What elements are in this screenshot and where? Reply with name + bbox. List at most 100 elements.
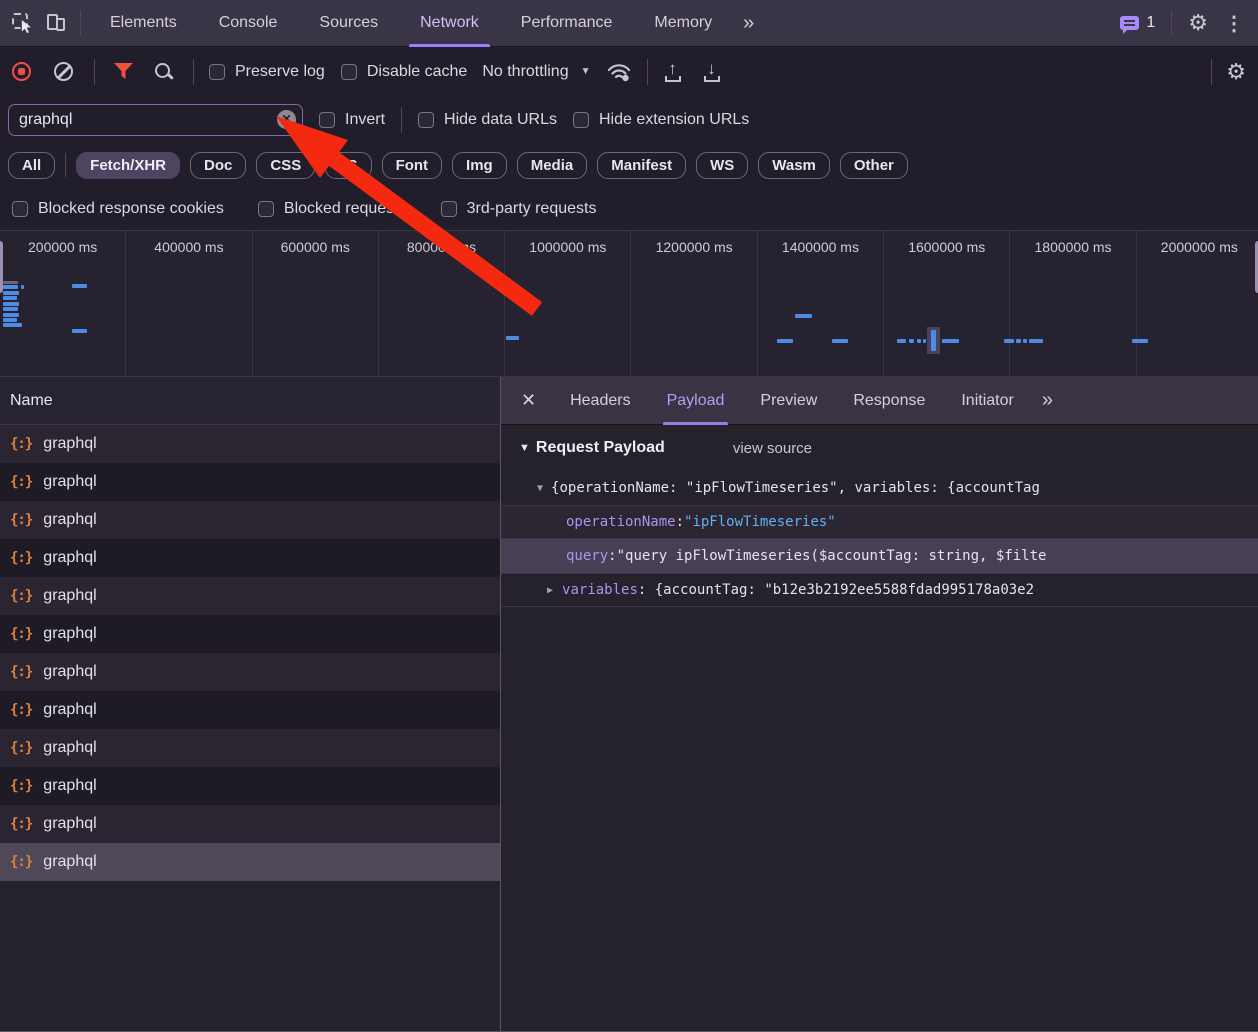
pill-wasm[interactable]: Wasm xyxy=(758,152,830,179)
throttling-select[interactable]: No throttling ▼ xyxy=(482,63,590,81)
kebab-menu-icon[interactable]: ⋮ xyxy=(1224,11,1244,36)
tab-sources[interactable]: Sources xyxy=(298,0,399,47)
device-toolbar-icon[interactable] xyxy=(46,13,66,33)
detail-tab-response[interactable]: Response xyxy=(835,377,943,425)
request-row[interactable]: {:}graphql xyxy=(0,501,500,539)
clear-button[interactable] xyxy=(54,62,73,81)
payload-preview-line[interactable]: ▼ {operationName: "ipFlowTimeseries", va… xyxy=(501,471,1258,505)
checkbox-hide-data-urls[interactable]: Hide data URLs xyxy=(418,111,557,129)
checkbox-icon[interactable] xyxy=(319,112,335,128)
import-har-icon[interactable]: ↑ xyxy=(663,62,683,82)
pill-css[interactable]: CSS xyxy=(256,152,315,179)
filter-icon[interactable] xyxy=(114,63,133,80)
pill-js[interactable]: JS xyxy=(325,152,371,179)
checkbox-disable-cache[interactable]: Disable cache xyxy=(341,63,468,81)
search-icon[interactable] xyxy=(154,62,174,82)
checkbox-icon[interactable] xyxy=(258,201,274,217)
request-row[interactable]: {:}graphql xyxy=(0,539,500,577)
export-har-icon[interactable]: ↓ xyxy=(702,62,722,82)
detail-tab-headers[interactable]: Headers xyxy=(552,377,648,425)
json-icon: {:} xyxy=(10,474,32,490)
pill-ws[interactable]: WS xyxy=(696,152,748,179)
timeline-left-handle[interactable] xyxy=(0,241,3,293)
request-name: graphql xyxy=(43,701,96,719)
pill-all[interactable]: All xyxy=(8,152,55,179)
timeline-overview[interactable]: 200000 ms400000 ms600000 ms800000 ms1000… xyxy=(0,231,1258,377)
network-settings-gear-icon[interactable]: ⚙ xyxy=(1226,61,1246,83)
waterfall-bar xyxy=(942,339,959,343)
more-panels-button[interactable]: » xyxy=(733,0,762,47)
checkbox-blocked-response-cookies[interactable]: Blocked response cookies xyxy=(12,200,224,218)
tab-network[interactable]: Network xyxy=(399,0,500,47)
timeline-tick-label: 1800000 ms xyxy=(1010,239,1135,255)
timeline-tick-label: 1400000 ms xyxy=(758,239,883,255)
expand-triangle-icon[interactable]: ▼ xyxy=(537,483,543,494)
request-row[interactable]: {:}graphql xyxy=(0,577,500,615)
checkbox-preserve-log[interactable]: Preserve log xyxy=(209,63,325,81)
checkbox-icon[interactable] xyxy=(341,64,357,80)
close-icon[interactable]: ✕ xyxy=(501,390,552,411)
request-row[interactable]: {:}graphql xyxy=(0,843,500,881)
request-name: graphql xyxy=(43,625,96,643)
request-row[interactable]: {:}graphql xyxy=(0,425,500,463)
detail-tab-payload[interactable]: Payload xyxy=(649,377,743,425)
checkbox-icon[interactable] xyxy=(418,112,434,128)
request-name: graphql xyxy=(43,511,96,529)
payload-row-operationname[interactable]: operationName: "ipFlowTimeseries" xyxy=(501,505,1258,539)
pill-img[interactable]: Img xyxy=(452,152,507,179)
filter-input[interactable] xyxy=(8,104,303,136)
pill-fetch-xhr[interactable]: Fetch/XHR xyxy=(76,152,180,179)
pill-media[interactable]: Media xyxy=(517,152,588,179)
inspect-element-icon[interactable] xyxy=(12,13,32,33)
issues-button[interactable]: 1 xyxy=(1120,14,1155,32)
request-row[interactable]: {:}graphql xyxy=(0,729,500,767)
detail-tab-preview[interactable]: Preview xyxy=(742,377,835,425)
record-button[interactable] xyxy=(12,62,31,81)
settings-gear-icon[interactable]: ⚙ xyxy=(1188,12,1208,34)
divider xyxy=(65,153,66,177)
checkbox-icon[interactable] xyxy=(12,201,28,217)
request-row[interactable]: {:}graphql xyxy=(0,463,500,501)
checkbox-label: Preserve log xyxy=(235,63,325,81)
request-row[interactable]: {:}graphql xyxy=(0,691,500,729)
pill-doc[interactable]: Doc xyxy=(190,152,246,179)
checkbox-blocked-requests[interactable]: Blocked requests xyxy=(258,200,407,218)
tab-memory[interactable]: Memory xyxy=(633,0,733,47)
collapse-triangle-icon[interactable]: ▼ xyxy=(519,442,530,454)
detail-tab-initiator[interactable]: Initiator xyxy=(943,377,1031,425)
waterfall-bar xyxy=(506,336,519,340)
checkbox-3rd-party-requests[interactable]: 3rd-party requests xyxy=(441,200,597,218)
pill-manifest[interactable]: Manifest xyxy=(597,152,686,179)
view-source-link[interactable]: view source xyxy=(733,440,812,457)
payload-row-query[interactable]: query: "query ipFlowTimeseries($accountT… xyxy=(501,539,1258,573)
checkbox-icon[interactable] xyxy=(573,112,589,128)
tab-performance[interactable]: Performance xyxy=(500,0,634,47)
checkbox-icon[interactable] xyxy=(441,201,457,217)
checkbox-invert[interactable]: Invert xyxy=(319,111,385,129)
timeline-column: 1800000 ms xyxy=(1010,231,1136,376)
checkbox-icon[interactable] xyxy=(209,64,225,80)
request-row[interactable]: {:}graphql xyxy=(0,653,500,691)
clear-filter-icon[interactable]: ✕ xyxy=(277,110,296,129)
tab-console[interactable]: Console xyxy=(198,0,299,47)
network-conditions-icon[interactable] xyxy=(606,62,632,82)
request-row[interactable]: {:}graphql xyxy=(0,615,500,653)
tab-elements[interactable]: Elements xyxy=(89,0,198,47)
request-row[interactable]: {:}graphql xyxy=(0,805,500,843)
timeline-column: 2000000 ms xyxy=(1137,231,1258,376)
json-icon: {:} xyxy=(10,854,32,870)
request-list: {:}graphql{:}graphql{:}graphql{:}graphql… xyxy=(0,425,500,1031)
timeline-column: 1400000 ms xyxy=(758,231,884,376)
name-column-header[interactable]: Name xyxy=(0,377,500,425)
timeline-column: 1600000 ms xyxy=(884,231,1010,376)
request-row[interactable]: {:}graphql xyxy=(0,767,500,805)
json-icon: {:} xyxy=(10,550,32,566)
more-detail-tabs-button[interactable]: » xyxy=(1032,377,1061,424)
payload-row-variables[interactable]: ▶ variables: {accountTag: "b12e3b2192ee5… xyxy=(501,573,1258,607)
checkbox-hide-extension-urls[interactable]: Hide extension URLs xyxy=(573,111,749,129)
pill-other[interactable]: Other xyxy=(840,152,908,179)
requests-pane: Name {:}graphql{:}graphql{:}graphql{:}gr… xyxy=(0,377,500,1031)
json-icon: {:} xyxy=(10,588,32,604)
pill-font[interactable]: Font xyxy=(382,152,442,179)
expand-triangle-icon[interactable]: ▶ xyxy=(547,585,553,596)
